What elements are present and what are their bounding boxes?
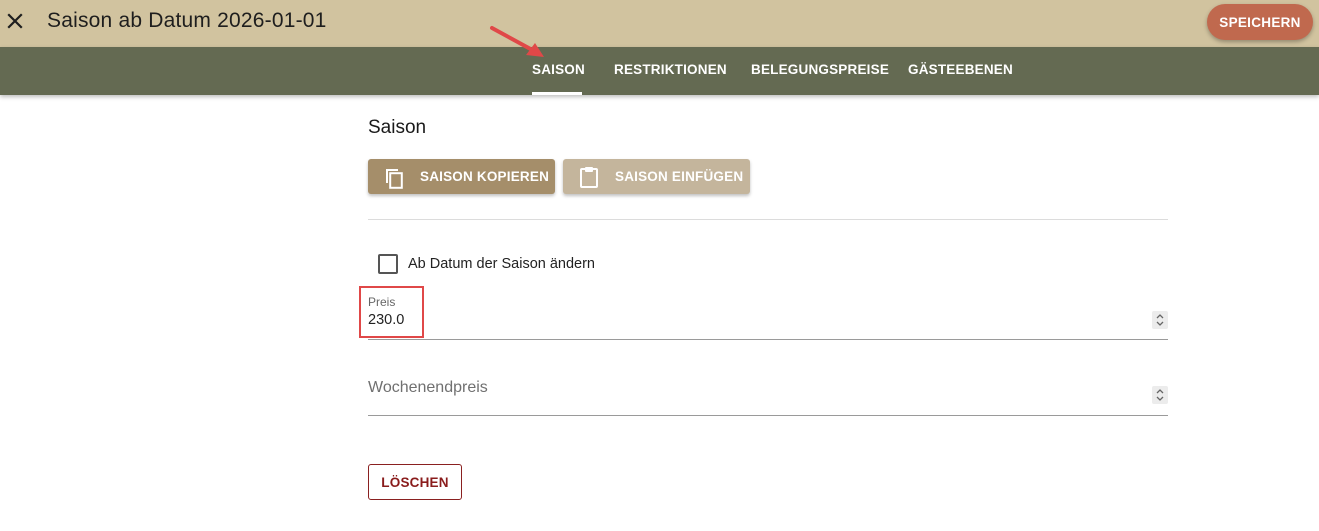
annotation-highlight-box <box>359 286 424 338</box>
weekend-price-stepper[interactable] <box>1152 386 1168 404</box>
copy-season-label: SAISON KOPIEREN <box>420 169 550 184</box>
tab-gaesteebenen[interactable]: GÄSTEEBENEN <box>908 47 1013 95</box>
delete-button[interactable]: LÖSCHEN <box>368 464 462 500</box>
tab-restriktionen[interactable]: RESTRIKTIONEN <box>614 47 727 95</box>
paste-season-label: SAISON EINFÜGEN <box>615 169 744 184</box>
paste-season-button[interactable]: SAISON EINFÜGEN <box>563 159 750 194</box>
price-field[interactable]: Preis 230.0 <box>368 288 1168 340</box>
tab-bar: SAISON RESTRIKTIONEN BELEGUNGSPREISE GÄS… <box>0 47 1319 95</box>
tab-belegungspreise[interactable]: BELEGUNGSPREISE <box>751 47 889 95</box>
weekend-price-input[interactable]: Wochenendpreis <box>368 379 488 397</box>
clipboard-icon <box>563 165 615 189</box>
active-tab-indicator <box>532 92 582 95</box>
annotation-arrow-icon <box>490 26 544 57</box>
change-start-date-checkbox[interactable] <box>378 254 398 274</box>
change-start-date-label: Ab Datum der Saison ändern <box>408 256 595 272</box>
section-divider <box>368 219 1168 220</box>
page-title: Saison ab Datum 2026-01-01 <box>47 9 327 32</box>
top-app-bar: Saison ab Datum 2026-01-01 SPEICHERN <box>0 0 1319 47</box>
copy-season-button[interactable]: SAISON KOPIEREN <box>368 159 555 194</box>
close-icon[interactable] <box>4 10 26 32</box>
save-button[interactable]: SPEICHERN <box>1207 4 1313 40</box>
copy-icon <box>368 165 420 189</box>
price-stepper[interactable] <box>1152 311 1168 329</box>
section-title: Saison <box>368 117 427 138</box>
weekend-price-field[interactable]: Wochenendpreis <box>368 370 1168 416</box>
